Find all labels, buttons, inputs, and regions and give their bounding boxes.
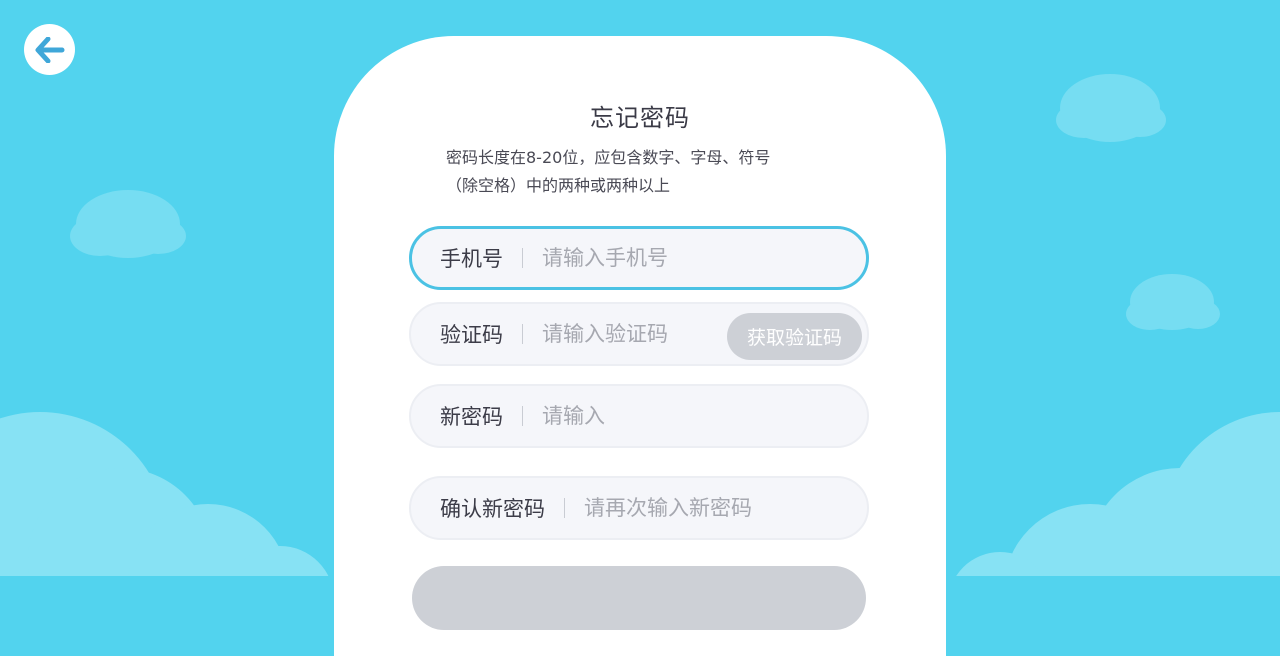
back-button[interactable] bbox=[24, 24, 75, 75]
code-label: 验证码 bbox=[440, 323, 503, 347]
page-title: 忘记密码 bbox=[590, 104, 690, 132]
new-password-input[interactable] bbox=[542, 404, 867, 428]
code-input[interactable] bbox=[542, 322, 712, 346]
reset-password-card: 忘记密码 密码长度在8-20位，应包含数字、字母、符号 （除空格）中的两种或两种… bbox=[334, 36, 946, 656]
new-password-label: 新密码 bbox=[440, 405, 503, 429]
code-divider bbox=[522, 324, 523, 344]
confirm-password-divider bbox=[564, 498, 565, 518]
password-rule-hint: 密码长度在8-20位，应包含数字、字母、符号 （除空格）中的两种或两种以上 bbox=[446, 144, 866, 200]
hint-line-2: （除空格）中的两种或两种以上 bbox=[446, 176, 671, 195]
new-password-field[interactable]: 新密码 bbox=[409, 384, 869, 448]
small-cloud-left bbox=[70, 190, 186, 258]
get-code-button[interactable]: 获取验证码 bbox=[727, 313, 862, 360]
phone-input[interactable] bbox=[542, 246, 866, 270]
small-cloud-right-top bbox=[1056, 74, 1166, 142]
big-cloud-left bbox=[0, 412, 329, 576]
phone-field[interactable]: 手机号 bbox=[409, 226, 869, 290]
small-cloud-right-mid bbox=[1126, 274, 1220, 330]
code-field[interactable]: 验证码 获取验证码 bbox=[409, 302, 869, 366]
phone-divider bbox=[522, 248, 523, 268]
arrow-left-icon bbox=[35, 36, 64, 63]
new-password-divider bbox=[522, 406, 523, 426]
confirm-password-label: 确认新密码 bbox=[440, 497, 545, 521]
hint-line-1: 密码长度在8-20位，应包含数字、字母、符号 bbox=[446, 148, 771, 167]
confirm-password-input[interactable] bbox=[584, 496, 867, 520]
phone-label: 手机号 bbox=[440, 247, 503, 271]
confirm-password-field[interactable]: 确认新密码 bbox=[409, 476, 869, 540]
big-cloud-right bbox=[956, 412, 1280, 576]
